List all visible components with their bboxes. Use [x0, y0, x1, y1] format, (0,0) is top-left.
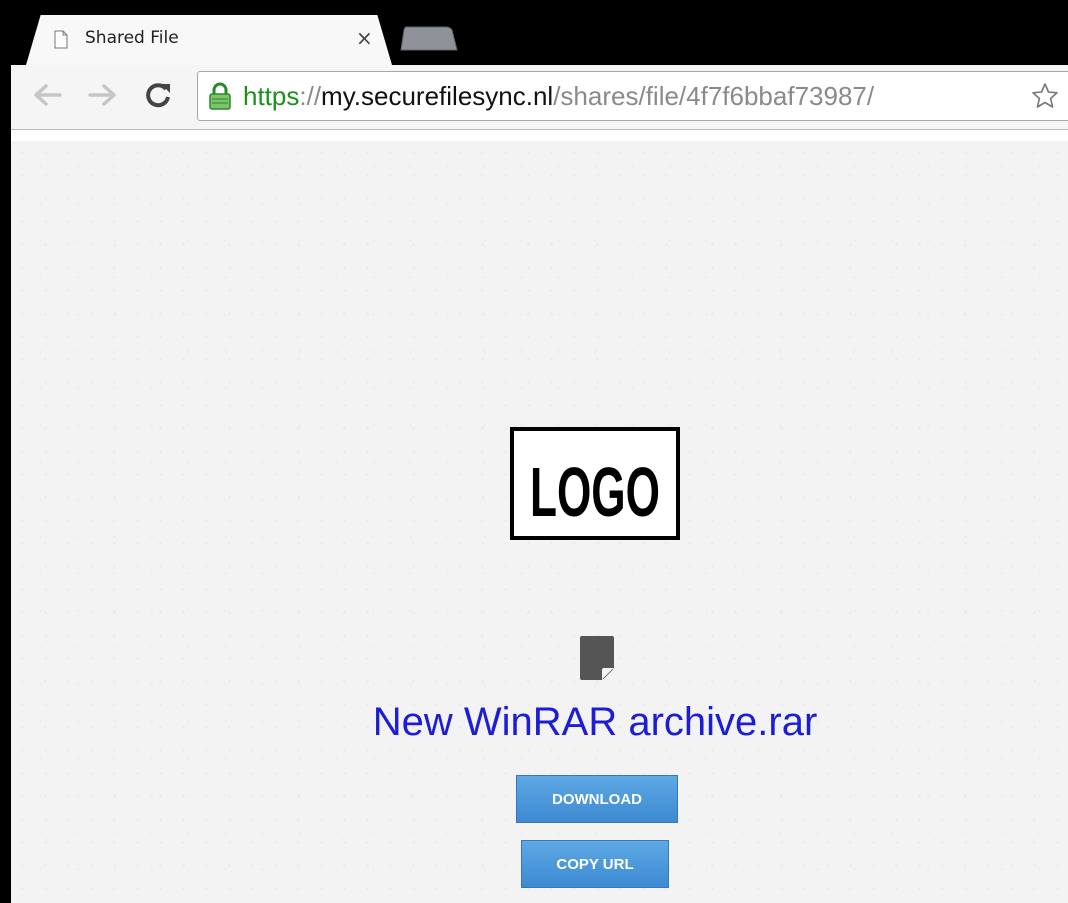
logo-text: LOGO: [530, 453, 660, 531]
document-icon: [54, 30, 68, 49]
logo-mark: LOGO: [530, 453, 660, 531]
file-icon: [580, 636, 614, 680]
download-button[interactable]: DOWNLOAD: [516, 775, 678, 823]
logo: LOGO: [510, 427, 680, 540]
lock-icon: [209, 82, 231, 110]
url-host: my.securefilesync.nl: [321, 81, 554, 111]
reload-icon[interactable]: [142, 78, 176, 112]
url-text[interactable]: https://my.securefilesync.nl/shares/file…: [243, 80, 874, 112]
browser-window: Shared File × https://my.securefilesync.…: [0, 0, 1068, 903]
url-scheme: https: [243, 81, 300, 111]
new-tab-button[interactable]: [400, 26, 458, 51]
forward-arrow-icon[interactable]: [86, 80, 118, 110]
back-arrow-icon[interactable]: [32, 80, 64, 110]
tab-shared-file[interactable]: [26, 15, 392, 65]
url-path: /shares/file/4f7f6bbaf73987/: [553, 81, 875, 111]
copy-url-button[interactable]: COPY URL: [521, 840, 669, 888]
url-separator: ://: [299, 81, 322, 111]
star-icon[interactable]: [1030, 81, 1060, 111]
tab-title: Shared File: [85, 28, 179, 48]
window-border: [0, 0, 11, 903]
tab-close-icon[interactable]: ×: [356, 28, 373, 48]
file-name: New WinRAR archive.rar: [372, 700, 818, 744]
